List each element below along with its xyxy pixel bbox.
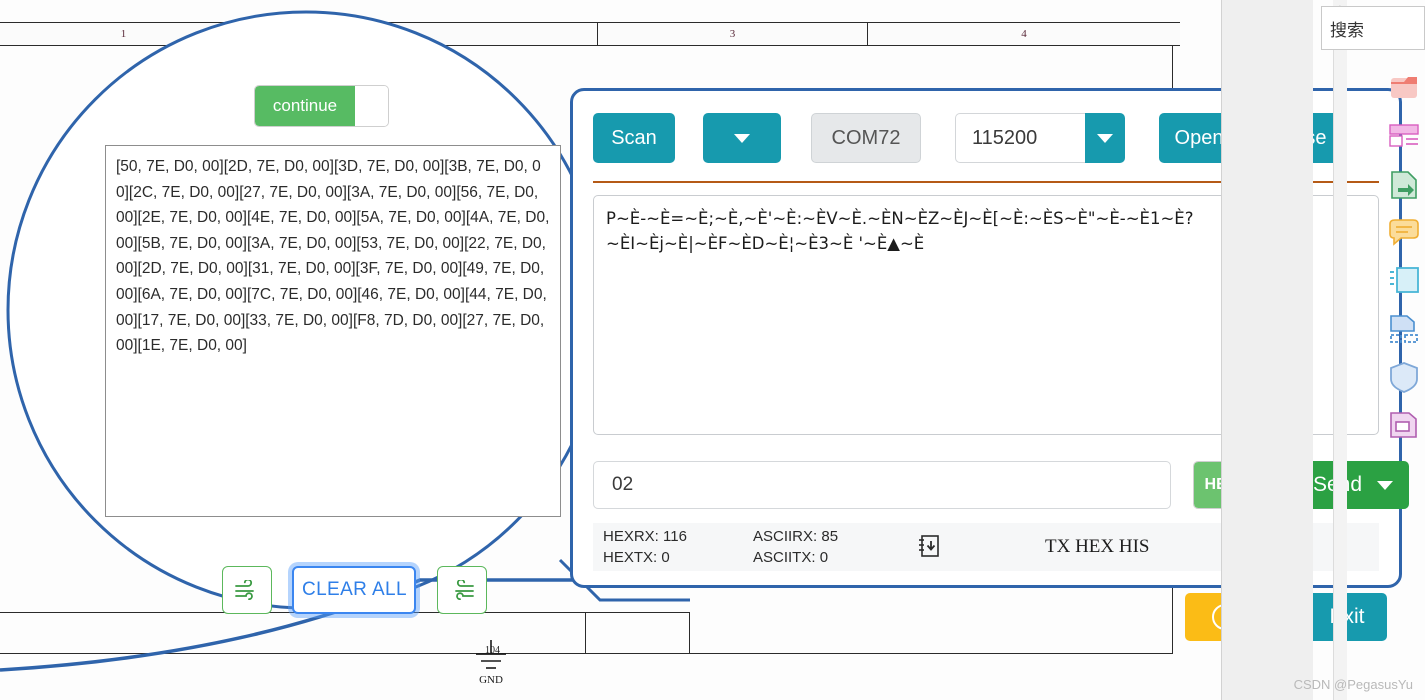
continue-toggle-on-label[interactable]: continue	[255, 86, 355, 126]
purple-tag-icon	[1387, 408, 1421, 442]
continue-toggle-off-area[interactable]	[355, 86, 388, 126]
orange-comment-icon	[1387, 216, 1421, 250]
cad-col-4-label: 4	[1021, 28, 1027, 40]
cyan-panel-icon[interactable]	[1387, 264, 1421, 298]
cad-title-strip: 1 3 4	[0, 22, 1180, 46]
hextx-row: HEXTX: 0	[603, 547, 753, 568]
screenshot-root: 1 3 4 104 GND continue [50, 7E, D0, 00][…	[0, 0, 1425, 700]
exit-button[interactable]: Exit	[1307, 593, 1387, 641]
baud-rate-group: 115200	[955, 113, 1125, 163]
wind-right-icon-button[interactable]	[437, 566, 487, 614]
wind-left-icon	[234, 580, 260, 600]
cad-col-2	[248, 23, 598, 45]
green-export-icon	[1387, 168, 1421, 202]
cad-col-3: 3	[598, 23, 868, 45]
pink-file-icon	[1387, 72, 1421, 106]
continue-toggle[interactable]: continue	[254, 85, 389, 127]
asciitx-value: 0	[820, 549, 828, 566]
hextx-label: HEXTX:	[603, 549, 657, 566]
blue-layout-icon	[1387, 312, 1421, 346]
send-input[interactable]: 02	[593, 461, 1171, 509]
chevron-down-icon	[1377, 481, 1393, 490]
hexrx-value: 116	[663, 528, 687, 545]
ground-label: GND	[470, 674, 512, 686]
save-to-list-icon	[915, 532, 943, 560]
right-side-pane	[1221, 0, 1313, 700]
shield-icon[interactable]	[1387, 360, 1421, 394]
asciirx-row: ASCIIRX: 85	[753, 526, 903, 547]
purple-tag-icon[interactable]	[1387, 408, 1421, 442]
scan-button[interactable]: Scan	[593, 113, 675, 163]
cad-col-1-label: 1	[121, 28, 127, 40]
chevron-down-icon	[1097, 134, 1113, 143]
cad-col-1: 1	[0, 23, 248, 45]
shield-icon	[1387, 360, 1421, 394]
blue-layout-icon[interactable]	[1387, 312, 1421, 346]
pink-file-icon[interactable]	[1387, 72, 1421, 106]
tx-hex-his-label[interactable]: TX HEX HIS	[1045, 536, 1150, 558]
capacitor-label: 104	[485, 645, 500, 656]
hexrx-row: HEXRX: 116	[603, 526, 753, 547]
orange-comment-icon[interactable]	[1387, 216, 1421, 250]
save-to-list-icon-button[interactable]	[915, 532, 945, 562]
hex-receive-log[interactable]: [50, 7E, D0, 00][2D, 7E, D0, 00][3D, 7E,…	[105, 145, 561, 517]
watermark: CSDN @PegasusYu	[1294, 677, 1413, 692]
send-button[interactable]: Send	[1297, 461, 1409, 509]
ascii-counters: ASCIIRX: 85 ASCIITX: 0	[753, 526, 903, 568]
asciitx-row: ASCIITX: 0	[753, 547, 903, 568]
asciirx-label: ASCIIRX:	[753, 528, 817, 545]
cyan-panel-icon	[1387, 264, 1421, 298]
clear-all-button[interactable]: CLEAR ALL	[292, 566, 416, 614]
port-dropdown-button[interactable]	[703, 113, 781, 163]
cad-col-4: 4	[868, 23, 1180, 45]
com-port-field[interactable]: COM72	[811, 113, 921, 163]
hex-counters: HEXRX: 116 HEXTX: 0	[603, 526, 753, 568]
hextx-value: 0	[661, 549, 669, 566]
baud-rate-field[interactable]: 115200	[955, 113, 1085, 163]
magenta-table-icon[interactable]	[1387, 120, 1421, 154]
baud-dropdown-button[interactable]	[1085, 113, 1125, 163]
asciirx-value: 85	[821, 528, 838, 545]
cad-col-3-label: 3	[730, 28, 736, 40]
search-input[interactable]: 搜索	[1321, 6, 1425, 50]
wind-right-icon	[449, 580, 475, 600]
icon-rail	[1385, 72, 1425, 456]
hexrx-label: HEXRX:	[603, 528, 659, 545]
green-export-icon[interactable]	[1387, 168, 1421, 202]
cad-inner-box-2	[585, 612, 690, 654]
wind-left-icon-button[interactable]	[222, 566, 272, 614]
chevron-down-icon	[734, 134, 750, 143]
magenta-table-icon	[1387, 120, 1421, 154]
asciitx-label: ASCIITX:	[753, 549, 816, 566]
vertical-scrollbar[interactable]	[1333, 0, 1347, 700]
left-button-row: CLEAR ALL	[222, 566, 487, 614]
